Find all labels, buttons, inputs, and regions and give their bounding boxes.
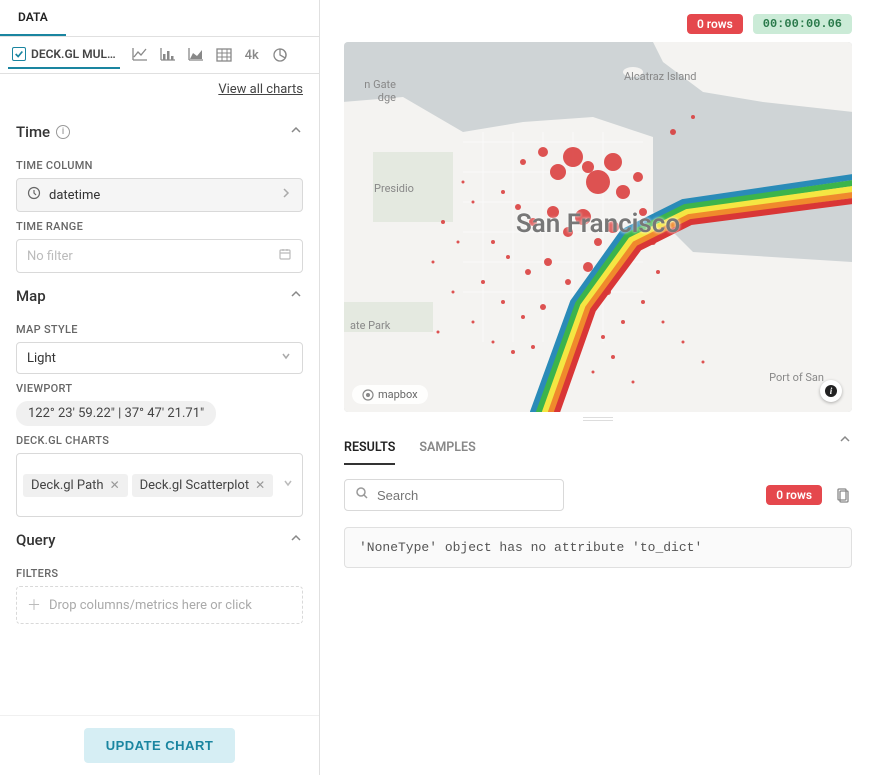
search-row: 0 rows: [320, 465, 876, 521]
dataset-row: DECK.GL MUL… 4k: [0, 37, 319, 74]
chevron-up-icon: [289, 287, 303, 305]
section-map-title: Map: [16, 287, 46, 305]
dataset-check-icon: [12, 47, 26, 61]
big-number-icon[interactable]: 4k: [242, 45, 262, 65]
update-chart-button[interactable]: UPDATE CHART: [84, 728, 236, 763]
map-info-button[interactable]: i: [820, 380, 842, 402]
deck-chart-tag[interactable]: Deck.gl Path ✕: [23, 474, 128, 497]
section-query-header[interactable]: Query: [16, 517, 303, 559]
map-style-value: Light: [27, 351, 56, 366]
viewport-label: VIEWPORT: [16, 382, 303, 395]
map-style-select[interactable]: Light: [16, 342, 303, 374]
deck-charts-label: DECK.GL CHARTS: [16, 434, 303, 447]
viewport-pill[interactable]: 122° 23' 59.22" | 37° 47' 21.71": [16, 401, 216, 426]
chevron-down-icon: [282, 477, 294, 493]
collapse-results-icon[interactable]: [838, 432, 852, 450]
chevron-right-icon: [280, 187, 292, 203]
map-style-label: MAP STYLE: [16, 323, 303, 336]
search-input[interactable]: [377, 488, 553, 503]
info-icon: i: [56, 125, 70, 139]
time-column-value: datetime: [49, 188, 100, 203]
plus-icon: ＋: [27, 595, 41, 615]
bar-chart-icon[interactable]: [158, 45, 178, 65]
search-icon: [355, 486, 369, 504]
dataset-name: DECK.GL MUL…: [31, 47, 116, 61]
viewport-value-wrapper: 122° 23' 59.22" | 37° 47' 21.71": [16, 401, 303, 426]
tab-results[interactable]: RESULTS: [344, 432, 395, 465]
dataset-chip[interactable]: DECK.GL MUL…: [8, 41, 120, 69]
section-time-header[interactable]: Time i: [16, 109, 303, 151]
map-attribution: mapbox: [352, 385, 428, 404]
map-attrib-text: mapbox: [378, 388, 418, 401]
rows-badge: 0 rows: [766, 485, 822, 505]
status-row: 0 rows 00:00:00.06: [320, 0, 876, 42]
clock-icon: [27, 186, 41, 204]
error-message: 'NoneType' object has no attribute 'to_d…: [344, 527, 852, 568]
results-tabs: RESULTS SAMPLES: [320, 426, 876, 465]
tag-label: Deck.gl Path: [31, 478, 104, 493]
time-pill: 00:00:00.06: [753, 14, 852, 34]
time-column-label: TIME COLUMN: [16, 159, 303, 172]
deck-charts-select[interactable]: Deck.gl Path ✕ Deck.gl Scatterplot ✕: [16, 453, 303, 517]
filters-label: FILTERS: [16, 567, 303, 580]
chart-type-icons: 4k: [124, 45, 290, 65]
filters-placeholder: Drop columns/metrics here or click: [49, 598, 252, 613]
resize-handle[interactable]: [320, 412, 876, 426]
map-viewport[interactable]: San Francisco Alcatraz Island Presidio a…: [344, 42, 852, 412]
rows-pill: 0 rows: [687, 14, 743, 34]
time-range-label: TIME RANGE: [16, 220, 303, 233]
tab-samples[interactable]: SAMPLES: [419, 432, 475, 465]
calendar-icon: [278, 247, 292, 265]
left-tabs: DATA: [0, 0, 319, 37]
table-icon[interactable]: [214, 45, 234, 65]
update-row: UPDATE CHART: [0, 715, 319, 775]
view-all-row: View all charts: [0, 74, 319, 109]
time-column-select[interactable]: datetime: [16, 178, 303, 212]
time-range-placeholder: No filter: [27, 249, 73, 264]
deck-chart-tag[interactable]: Deck.gl Scatterplot ✕: [132, 474, 274, 497]
section-time-title: Time: [16, 123, 50, 141]
tag-label: Deck.gl Scatterplot: [140, 478, 249, 493]
search-box[interactable]: [344, 479, 564, 511]
filters-drop-target[interactable]: ＋ Drop columns/metrics here or click: [16, 586, 303, 624]
chevron-down-icon: [280, 350, 292, 366]
time-range-input[interactable]: No filter: [16, 239, 303, 273]
view-all-charts-link[interactable]: View all charts: [218, 82, 303, 97]
tab-data[interactable]: DATA: [0, 0, 66, 36]
remove-tag-icon[interactable]: ✕: [110, 478, 120, 492]
copy-clipboard-icon[interactable]: [832, 485, 852, 505]
chevron-up-icon: [289, 531, 303, 549]
pie-chart-icon[interactable]: [270, 45, 290, 65]
section-map-header[interactable]: Map: [16, 273, 303, 315]
remove-tag-icon[interactable]: ✕: [255, 478, 265, 492]
chevron-up-icon: [289, 123, 303, 141]
area-chart-icon[interactable]: [186, 45, 206, 65]
section-query-title: Query: [16, 531, 56, 549]
line-chart-icon[interactable]: [130, 45, 150, 65]
